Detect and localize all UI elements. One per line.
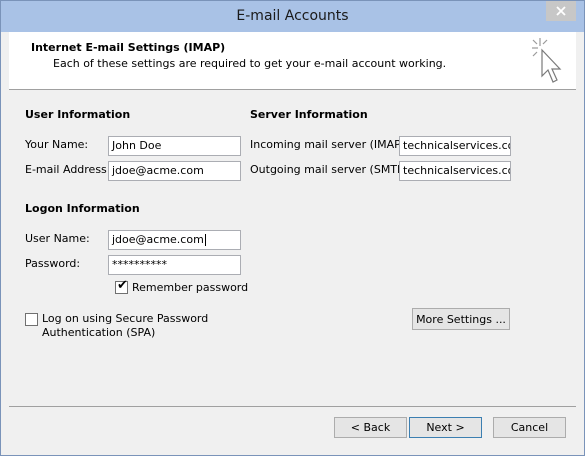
user-name-label: User Name:	[25, 232, 90, 245]
remember-password-checkbox[interactable]: ✔	[115, 278, 128, 294]
text-cursor	[204, 234, 206, 246]
your-name-label: Your Name:	[25, 138, 89, 151]
settings-header: Internet E-mail Settings (IMAP) Each of …	[9, 32, 576, 90]
header-subtitle: Each of these settings are required to g…	[53, 57, 447, 70]
more-settings-button[interactable]: More Settings ...	[412, 308, 510, 330]
checkmark-icon: ✔	[117, 278, 128, 293]
email-address-label: E-mail Address:	[25, 163, 111, 176]
password-field[interactable]: **********	[108, 255, 241, 275]
logon-information-heading: Logon Information	[25, 202, 140, 215]
email-address-field[interactable]: jdoe@acme.com	[108, 161, 241, 181]
header-title: Internet E-mail Settings (IMAP)	[31, 41, 226, 54]
user-name-field[interactable]: jdoe@acme.com	[108, 230, 241, 250]
footer	[9, 407, 576, 449]
close-button[interactable]	[546, 1, 576, 21]
password-label: Password:	[25, 257, 81, 270]
cancel-button[interactable]: Cancel	[493, 417, 566, 438]
incoming-server-label: Incoming mail server (IMAP):	[250, 138, 409, 151]
spa-label-line2[interactable]: Authentication (SPA)	[42, 326, 155, 339]
your-name-field[interactable]: John Doe	[108, 136, 241, 156]
spa-checkbox[interactable]	[25, 313, 38, 326]
server-information-heading: Server Information	[250, 108, 368, 121]
back-button[interactable]: < Back	[334, 417, 407, 438]
user-name-value: jdoe@acme.com	[112, 233, 204, 246]
email-accounts-dialog: E-mail Accounts Internet E-mail Settings…	[0, 0, 585, 456]
outgoing-server-field[interactable]: technicalservices.com	[399, 161, 511, 181]
remember-password-label[interactable]: Remember password	[132, 281, 248, 294]
next-button[interactable]: Next >	[409, 417, 482, 438]
outgoing-server-label: Outgoing mail server (SMTP):	[250, 163, 412, 176]
user-information-heading: User Information	[25, 108, 131, 121]
cursor-sparkle-icon	[532, 38, 562, 83]
incoming-server-field[interactable]: technicalservices.com	[399, 136, 511, 156]
window-title: E-mail Accounts	[236, 8, 349, 24]
spa-label-line1[interactable]: Log on using Secure Password	[42, 312, 208, 325]
close-icon	[556, 6, 566, 16]
title-bar[interactable]: E-mail Accounts	[1, 1, 584, 32]
